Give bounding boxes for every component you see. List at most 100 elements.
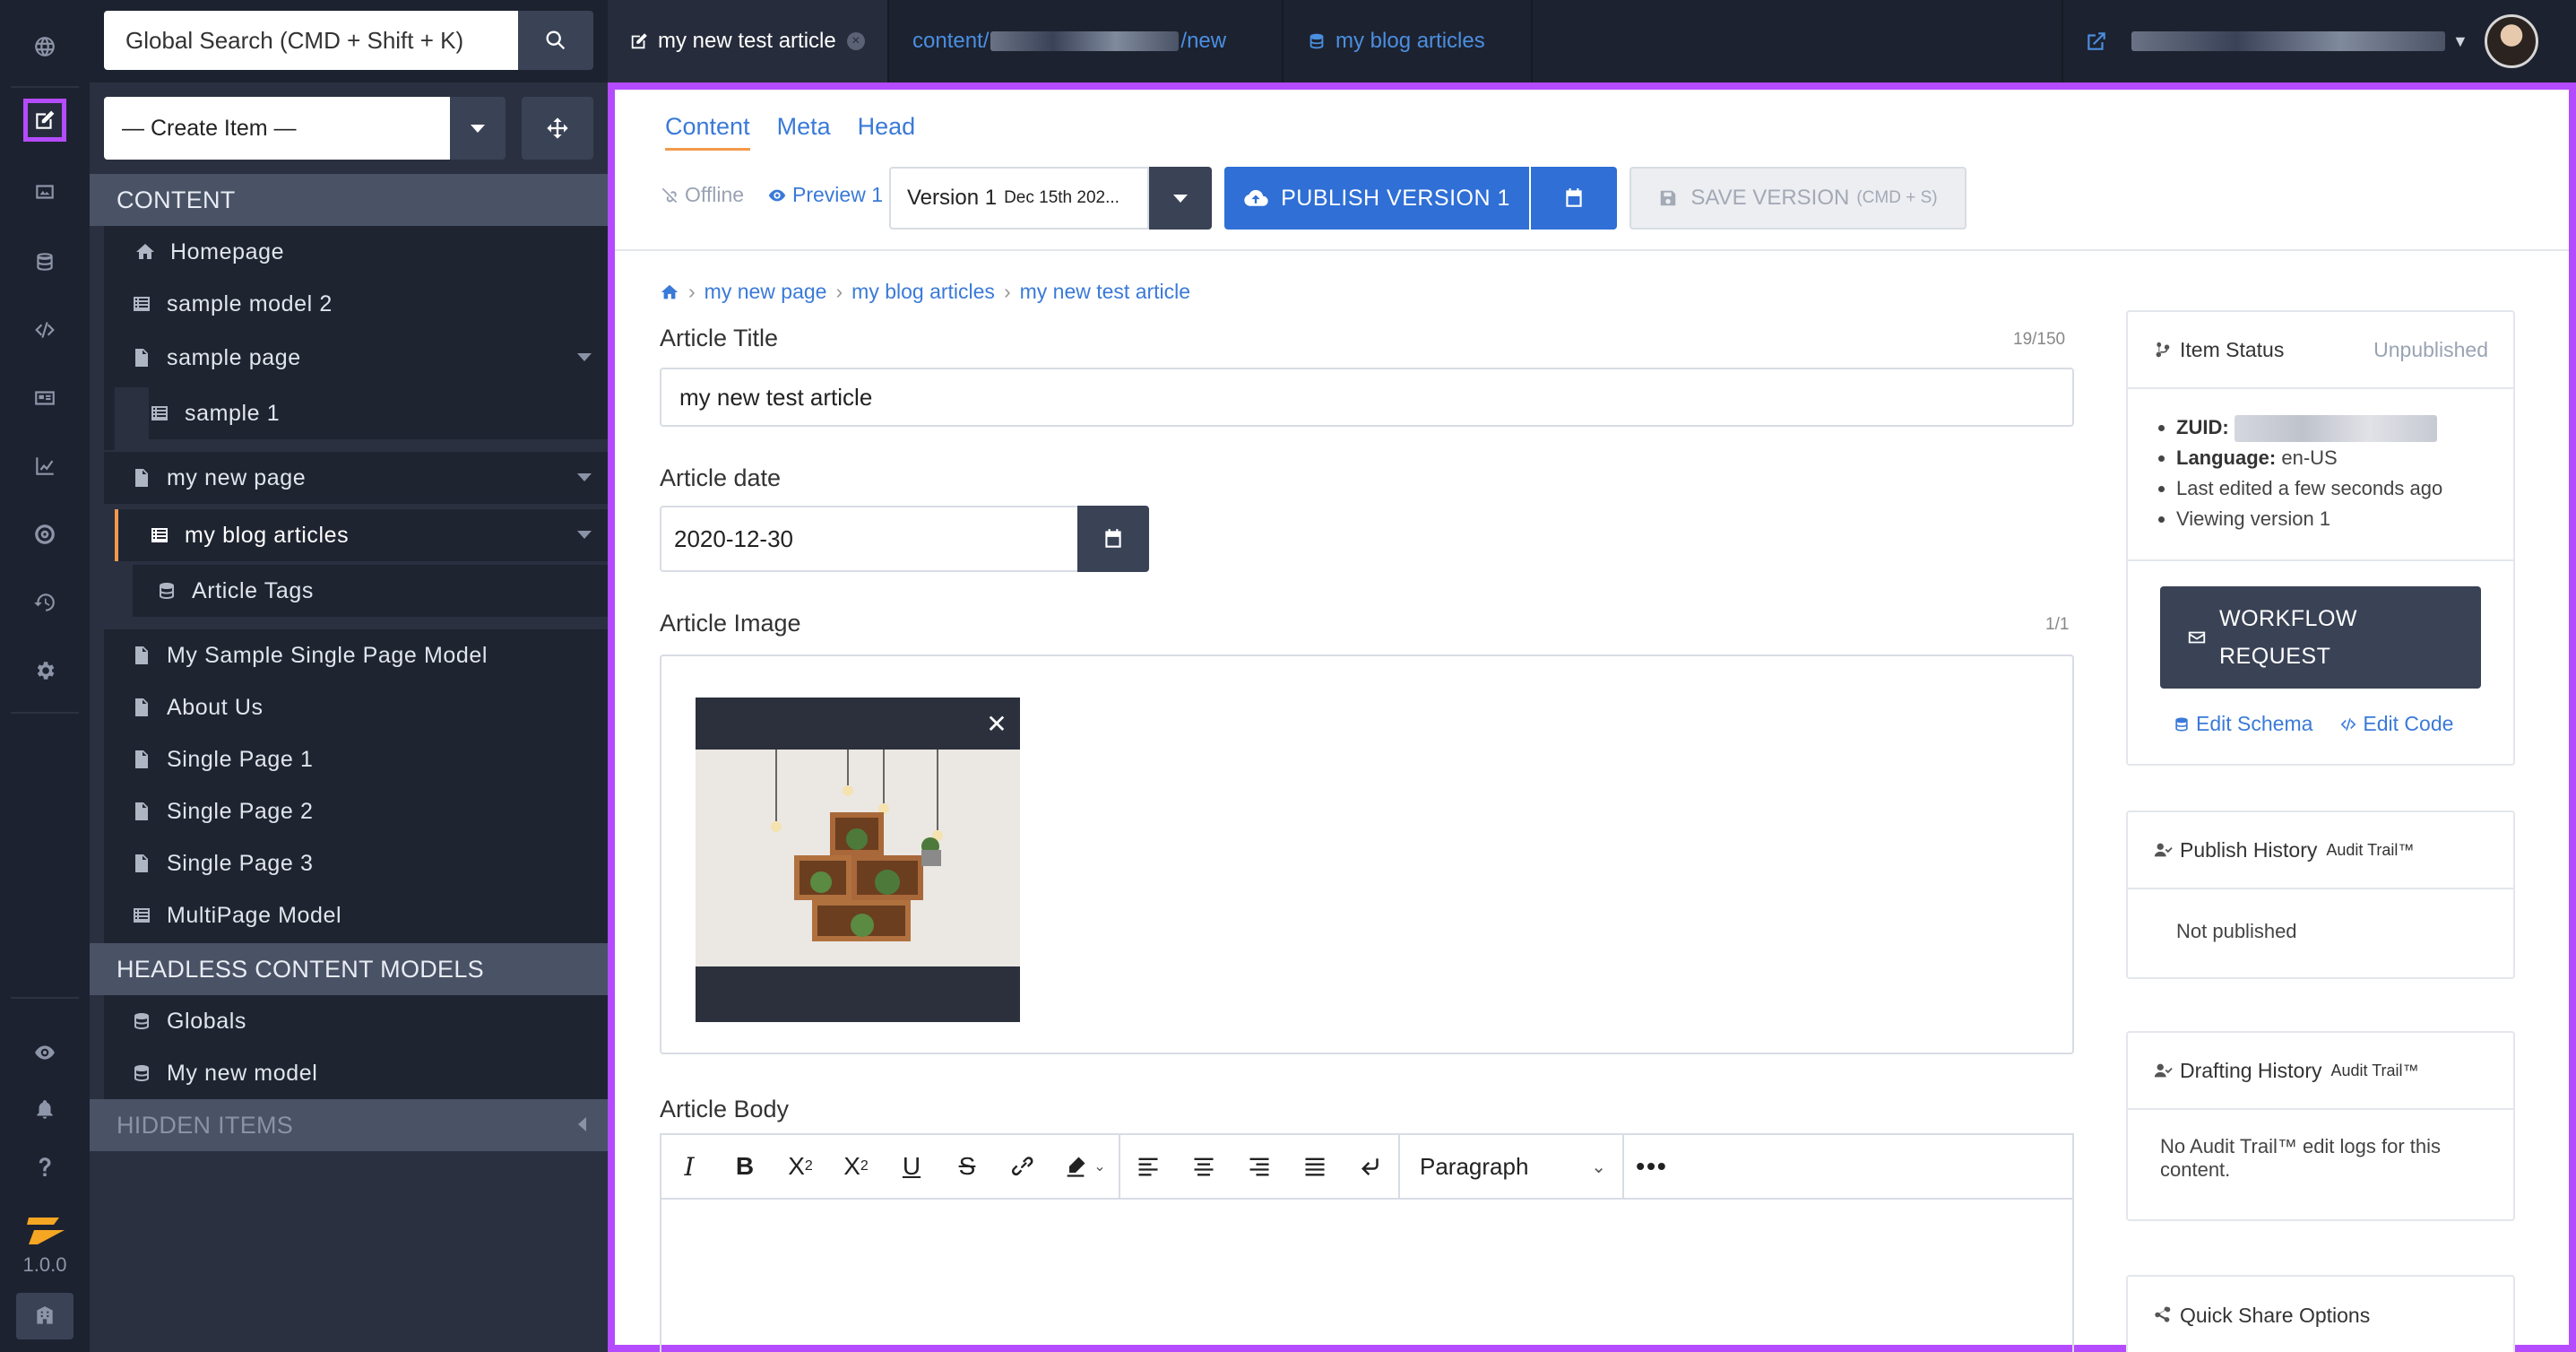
sidebar-item-my-new-page[interactable]: my new page — [104, 452, 608, 504]
version-dropdown-button[interactable] — [1149, 167, 1212, 230]
sidebar-item-homepage[interactable]: Homepage — [134, 226, 608, 278]
analytics-chart-icon[interactable] — [23, 445, 66, 488]
help-question-icon[interactable] — [23, 1146, 66, 1189]
bell-icon[interactable] — [23, 1088, 66, 1131]
publish-history-body: Not published — [2176, 920, 2297, 942]
edit-icon — [631, 33, 647, 49]
sidebar-item-label: Globals — [167, 1008, 246, 1034]
global-search-input[interactable]: Global Search (CMD + Shift + K) — [104, 11, 518, 70]
workflow-request-button[interactable]: WORKFLOW REQUEST — [2160, 586, 2481, 689]
remove-image-icon[interactable]: ✕ — [973, 698, 1020, 750]
italic-button[interactable]: I — [661, 1135, 717, 1198]
save-version-button[interactable]: SAVE VERSION (CMD + S) — [1629, 167, 1967, 230]
article-date-input[interactable]: 2020-12-30 — [660, 506, 1079, 572]
sidebar-item-sample-1[interactable]: sample 1 — [149, 387, 608, 439]
preview-link[interactable]: Preview 1 — [767, 183, 883, 207]
avatar[interactable] — [2485, 14, 2538, 68]
tab-content[interactable]: Content — [665, 113, 750, 151]
line-break-button[interactable] — [1343, 1135, 1398, 1198]
sidebar-item-my-sample-single-page-model[interactable]: My Sample Single Page Model — [131, 629, 608, 681]
quick-share-header[interactable]: Quick Share Options — [2128, 1277, 2513, 1352]
home-icon[interactable] — [660, 282, 679, 302]
subscript-button[interactable]: X2 — [773, 1135, 828, 1198]
seo-target-icon[interactable] — [23, 513, 66, 556]
link-button[interactable] — [995, 1135, 1050, 1198]
sidebar-item-article-tags[interactable]: Article Tags — [133, 565, 608, 617]
external-link-icon[interactable] — [2085, 30, 2108, 53]
sidebar-item-my-blog-articles[interactable]: my blog articles — [115, 509, 608, 561]
edit-schema-label: Edit Schema — [2196, 712, 2313, 735]
settings-gear-icon[interactable] — [23, 649, 66, 692]
code-icon[interactable] — [23, 308, 66, 351]
sidebar-item-single-page-2[interactable]: Single Page 2 — [131, 785, 608, 837]
edit-schema-link[interactable]: Edit Schema — [2173, 712, 2312, 736]
hidden-items-header[interactable]: HIDDEN ITEMS — [90, 1099, 608, 1151]
user-check-icon — [2154, 1063, 2173, 1078]
tab-meta[interactable]: Meta — [777, 113, 831, 151]
sidebar-item-single-page-3[interactable]: Single Page 3 — [131, 837, 608, 889]
leads-card-icon[interactable] — [23, 377, 66, 420]
version-select[interactable]: Version 1 Dec 15th 202... — [889, 167, 1149, 230]
highlight-color-button[interactable]: ⌄ — [1050, 1135, 1119, 1198]
eye-icon[interactable] — [23, 1031, 66, 1074]
sidebar-item-single-page-1[interactable]: Single Page 1 — [131, 733, 608, 785]
superscript-button[interactable]: X2 — [828, 1135, 884, 1198]
create-item-select[interactable]: — Create Item — — [104, 97, 450, 160]
breadcrumb-link[interactable]: my new page — [705, 280, 827, 304]
breadcrumb-link[interactable]: my new test article — [1020, 280, 1190, 304]
breadcrumb-link[interactable]: my blog articles — [851, 280, 995, 304]
search-button[interactable] — [518, 11, 593, 70]
justify-button[interactable] — [1287, 1135, 1343, 1198]
align-right-button[interactable] — [1232, 1135, 1287, 1198]
block-format-select[interactable]: Paragraph ⌄ — [1400, 1135, 1622, 1198]
more-options-icon[interactable]: ••• — [1624, 1135, 1680, 1198]
globe-icon[interactable] — [23, 25, 66, 68]
align-center-button[interactable] — [1176, 1135, 1232, 1198]
edit-code-link[interactable]: Edit Code — [2339, 712, 2453, 736]
date-picker-button[interactable] — [1077, 506, 1149, 572]
align-left-button[interactable] — [1120, 1135, 1176, 1198]
article-image-field[interactable]: ✕ — [660, 654, 2074, 1054]
tab-close-icon[interactable]: × — [846, 32, 865, 50]
article-title-input[interactable]: my new test article — [660, 368, 2074, 427]
bold-button[interactable]: B — [717, 1135, 773, 1198]
image-thumbnail[interactable]: ✕ — [696, 698, 1020, 1022]
sidebar-item-multipage-model[interactable]: MultiPage Model — [131, 889, 608, 941]
publish-button[interactable]: PUBLISH VERSION 1 — [1224, 167, 1529, 230]
sidebar-item-globals[interactable]: Globals — [131, 995, 608, 1047]
sidebar-item-sample-page[interactable]: sample page — [131, 332, 608, 384]
chevron-down-icon[interactable] — [577, 531, 592, 539]
move-button[interactable] — [522, 97, 593, 160]
schedule-publish-button[interactable] — [1531, 167, 1617, 230]
sidebar-item-my-new-model[interactable]: My new model — [131, 1047, 608, 1099]
article-body-editor[interactable] — [660, 1198, 2074, 1352]
create-item-dropdown-button[interactable] — [450, 97, 506, 160]
strikethrough-button[interactable]: S — [939, 1135, 995, 1198]
publish-history-card: Publish History Audit Trail™ Not publish… — [2126, 810, 2515, 979]
chevron-down-icon[interactable] — [577, 353, 592, 361]
tab-my-new-test-article[interactable]: my new test article × — [608, 0, 889, 82]
tab-content-new[interactable]: content/ /new — [891, 0, 1284, 82]
zesty-logo — [27, 1218, 65, 1244]
sidebar-item-about-us[interactable]: About Us — [131, 681, 608, 733]
media-icon[interactable] — [23, 170, 66, 213]
chevron-down-icon[interactable] — [577, 473, 592, 481]
item-status-header: Item Status Unpublished — [2128, 312, 2513, 389]
block-format-label: Paragraph — [1420, 1152, 1529, 1180]
tab-my-blog-articles[interactable]: my blog articles — [1285, 0, 1533, 82]
rail-divider — [11, 712, 79, 714]
history-icon[interactable] — [23, 581, 66, 624]
user-menu[interactable]: ▼ — [2062, 0, 2576, 82]
tab-label-prefix: content/ — [912, 29, 990, 53]
publish-history-header: Publish History Audit Trail™ — [2128, 812, 2513, 889]
sidebar-item-label: sample model 2 — [167, 290, 333, 316]
underline-button[interactable]: U — [884, 1135, 939, 1198]
schema-database-icon[interactable] — [23, 240, 66, 283]
item-status-body: ZUID: Language: en-US Last edited a few … — [2128, 389, 2513, 550]
top-bar: Global Search (CMD + Shift + K) my new t… — [90, 0, 2576, 82]
content-edit-icon[interactable] — [23, 99, 66, 142]
sidebar-item-sample-model-2[interactable]: sample model 2 — [131, 278, 608, 330]
tab-head[interactable]: Head — [858, 113, 916, 151]
content-sidebar: — Create Item — CONTENT Homepage sample … — [90, 82, 608, 1352]
instance-building-icon[interactable] — [16, 1293, 73, 1339]
